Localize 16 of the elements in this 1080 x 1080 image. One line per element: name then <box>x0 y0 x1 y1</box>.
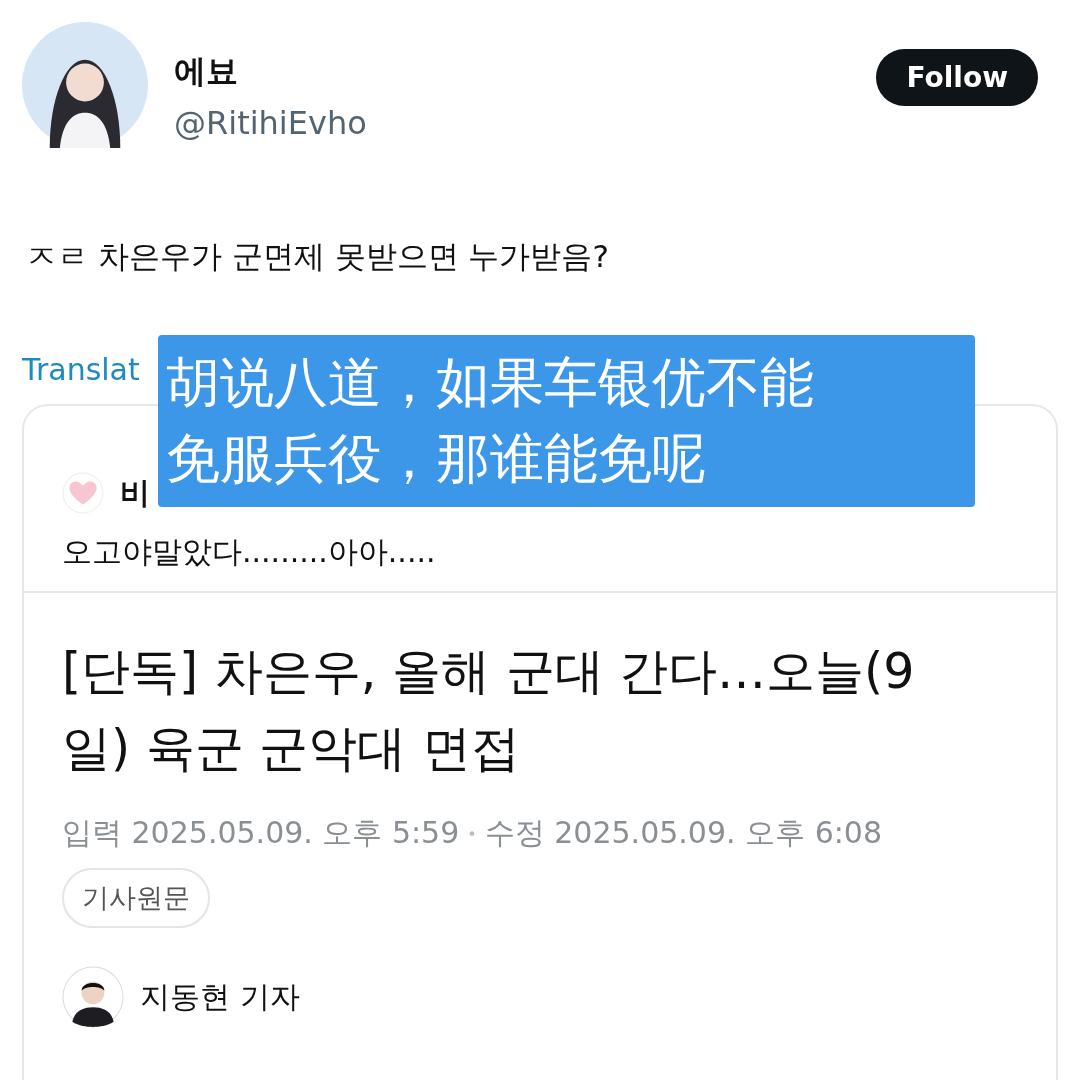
quoted-author-name: 비 <box>120 473 150 512</box>
author-handle: @RitihiEvho <box>174 104 368 142</box>
heart-avatar-icon <box>62 472 104 514</box>
article-headline: [단독] 차은우, 올해 군대 간다…오늘(9일) 육군 군악대 면접 <box>62 642 916 779</box>
reporter-name: 지동현 기자 <box>140 977 300 1016</box>
author-name: 에뵤 <box>174 51 239 92</box>
original-article-button[interactable]: 기사원문 <box>62 868 210 928</box>
edited-date: 수정 2025.05.09. 오후 6:08 <box>484 815 882 850</box>
avatar-icon <box>22 22 148 148</box>
follow-button[interactable]: Follow <box>876 49 1038 106</box>
tweet-text: ㅈㄹ 차은우가 군면제 못받으면 누가받음? <box>25 237 610 276</box>
published-date: 입력 2025.05.09. 오후 5:59 <box>62 815 460 850</box>
separator-dot: • <box>467 825 477 844</box>
quoted-tweet-text: 오고야말았다.........아아..... <box>61 533 437 571</box>
translate-link[interactable]: Translat <box>22 352 140 387</box>
reporter-avatar-icon <box>62 966 124 1028</box>
